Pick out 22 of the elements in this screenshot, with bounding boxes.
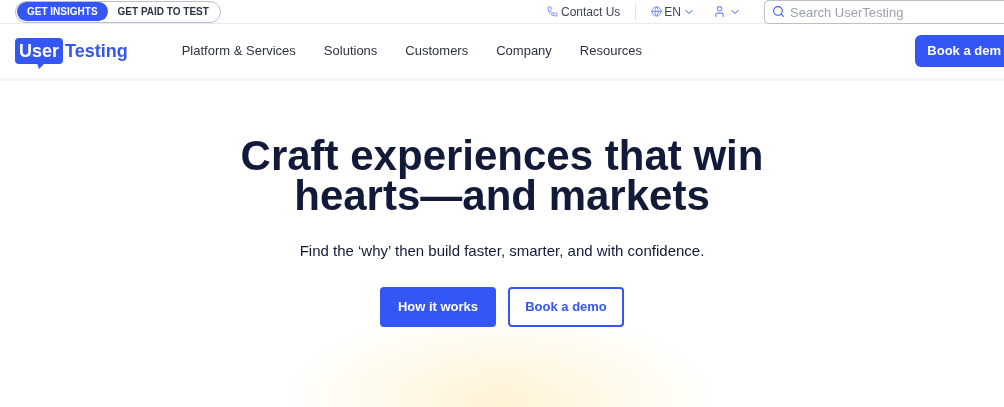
- account-menu[interactable]: [713, 5, 741, 18]
- hero-subtitle: Find the ‘why’ then build faster, smarter, and with confidence.: [299, 241, 705, 261]
- nav-link[interactable]: Platform & Services: [181, 41, 296, 61]
- search-icon: [772, 4, 785, 18]
- contact-link[interactable]: Contact Us: [546, 2, 621, 21]
- audience-tab[interactable]: GET PAID TO TEST: [107, 2, 219, 21]
- nav-link[interactable]: Company: [496, 41, 552, 61]
- hero-button[interactable]: Book a demo: [508, 286, 624, 327]
- hero-button[interactable]: How it works: [380, 286, 496, 327]
- audience-tab[interactable]: GET INSIGHTS: [17, 2, 108, 21]
- phone-icon: [546, 6, 558, 17]
- logo-text: Testing: [65, 39, 128, 63]
- hero-title: Craft experiences that win hearts—and markets: [240, 136, 764, 216]
- nav-link[interactable]: Customers: [405, 41, 469, 61]
- book-demo-button[interactable]: Book a dem: [915, 35, 1004, 67]
- bubble-tail-icon: [37, 63, 45, 69]
- user-icon: [713, 5, 726, 18]
- nav-link[interactable]: Solutions: [323, 41, 378, 61]
- language-selector[interactable]: EN: [651, 2, 695, 21]
- nav-link[interactable]: Resources: [579, 41, 642, 61]
- globe-icon: [651, 6, 663, 17]
- search-field[interactable]: Search UserTesting: [764, 0, 1004, 24]
